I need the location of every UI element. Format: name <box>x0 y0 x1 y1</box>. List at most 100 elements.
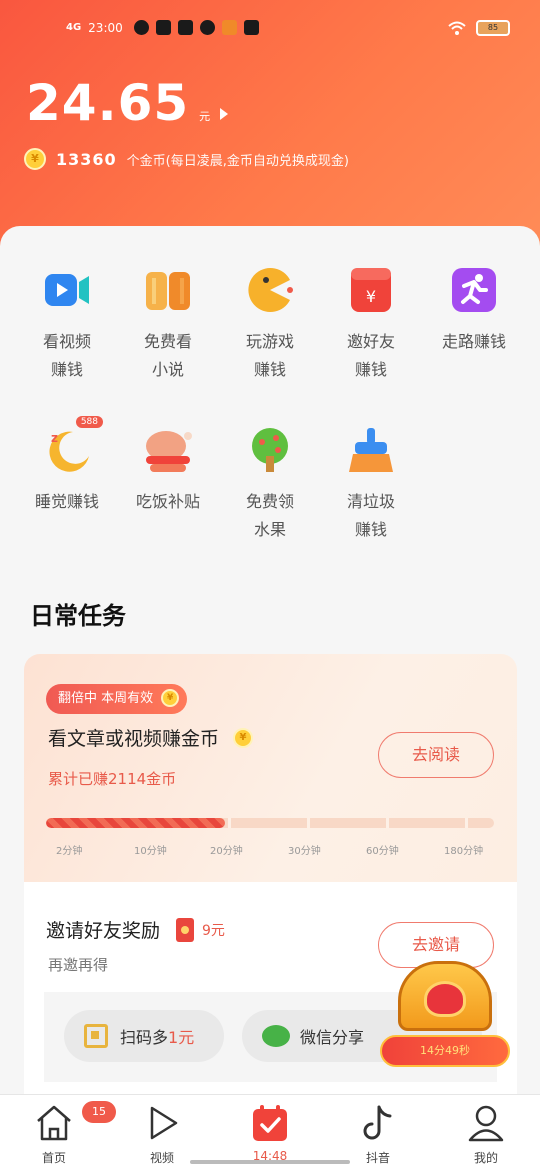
grid-item-invite-friends[interactable]: ¥ 邀好友 赚钱 <box>317 266 425 384</box>
calendar-check-icon <box>250 1103 290 1143</box>
progress-divider <box>386 818 389 828</box>
grid-item-free-fruit[interactable]: 免费领 水果 <box>216 426 324 544</box>
read-task-earned: 累计已赚2114金币 <box>48 770 177 788</box>
balance-amount: 24.65 <box>26 74 190 132</box>
running-person-icon <box>450 266 498 314</box>
tab-me[interactable]: 我的 <box>446 1103 526 1166</box>
battery-icon: 85 <box>476 20 510 36</box>
status-right: 85 <box>448 20 510 36</box>
progress-divider <box>307 818 310 828</box>
read-task-title: 看文章或视频赚金币 ¥ <box>48 724 254 751</box>
grid-label: 玩游戏 赚钱 <box>245 332 294 379</box>
fruit-tree-icon <box>246 426 294 474</box>
tab-label: 首页 <box>41 1151 66 1165</box>
tab-label: 抖音 <box>365 1151 390 1165</box>
home-icon <box>34 1103 74 1143</box>
scan-qr-share-button[interactable]: 扫码多 1元 <box>64 1010 224 1062</box>
video-camera-icon <box>43 266 91 314</box>
status-bar: 4G 23:00 85 <box>0 18 540 44</box>
grid-label: 吃饭补贴 <box>135 492 200 511</box>
pacman-icon <box>246 266 294 314</box>
tick-label: 180分钟 <box>444 846 484 857</box>
compass-icon <box>199 20 215 35</box>
read-task-title-text: 看文章或视频赚金币 <box>48 728 220 750</box>
qr-code-icon <box>84 1024 108 1048</box>
grid-item-sleep-earn[interactable]: z 588 睡觉赚钱 <box>13 416 121 516</box>
tab-douyin[interactable]: 抖音 <box>338 1103 418 1166</box>
reading-progress-bar <box>46 818 494 828</box>
mail-icon <box>155 20 171 35</box>
go-read-button[interactable]: 去阅读 <box>378 732 494 778</box>
balance-unit: 元 <box>199 110 211 123</box>
grid-label: 睡觉赚钱 <box>34 492 99 511</box>
tab-label: 我的 <box>473 1151 498 1165</box>
grid-label: 清垃圾 赚钱 <box>346 492 395 539</box>
chest-countdown: 14分49秒 <box>380 1035 510 1067</box>
tab-home[interactable]: 首页 15 <box>14 1101 116 1166</box>
coin-icon: ¥ <box>233 727 254 748</box>
double-reward-tag: 翻倍中 本周有效 ¥ <box>46 684 188 714</box>
status-left: 4G 23:00 <box>66 20 259 35</box>
coin-icon: ¥ <box>24 148 46 170</box>
notification-badge: 15 <box>82 1101 116 1123</box>
tick-label: 10分钟 <box>134 846 167 857</box>
svg-text:¥: ¥ <box>366 287 376 306</box>
coin-count: 13360 <box>56 149 117 169</box>
chevron-right-icon <box>220 108 229 120</box>
read-task-card: 翻倍中 本周有效 ¥ 看文章或视频赚金币 ¥ 累计已赚2114金币 去阅读 2分… <box>24 654 517 882</box>
person-icon <box>466 1103 506 1143</box>
wechat-icon <box>262 1025 290 1047</box>
red-envelope-icon: ¥ <box>347 266 395 314</box>
app-notification-icon <box>221 20 237 35</box>
roast-chicken-icon <box>144 426 192 474</box>
coin-icon: ¥ <box>161 689 180 707</box>
coin-note: 个金币(每日凌晨,金币自动兑换成现金) <box>126 153 349 169</box>
cloud-icon <box>133 20 149 35</box>
broom-icon <box>347 426 395 474</box>
grid-item-meal-subsidy[interactable]: 吃饭补贴 <box>114 426 222 516</box>
tab-video[interactable]: 视频 <box>122 1103 202 1166</box>
scan-qr-label: 扫码多 <box>120 1028 169 1047</box>
network-indicator: 4G <box>66 22 82 33</box>
play-icon <box>142 1103 182 1143</box>
svg-text:z: z <box>51 431 58 445</box>
status-time: 23:00 <box>88 20 123 35</box>
tick-label: 60分钟 <box>366 846 399 857</box>
grid-item-clean-junk[interactable]: 清垃圾 赚钱 <box>317 426 425 544</box>
bottom-tab-bar: 首页 15 视频 14:48 抖音 我的 <box>0 1094 540 1170</box>
treasure-chest-widget[interactable]: 14分49秒 <box>380 955 510 1070</box>
open-book-icon <box>144 266 192 314</box>
invite-task-title: 邀请好友奖励 9元 <box>46 916 225 943</box>
scan-qr-bonus: 1元 <box>168 1028 195 1047</box>
tab-tasks[interactable]: 14:48 <box>230 1103 310 1163</box>
progress-divider <box>228 818 231 828</box>
coin-balance: ¥ 13360 个金币(每日凌晨,金币自动兑换成现金) <box>24 148 349 170</box>
heart-icon <box>424 981 466 1017</box>
red-envelope-icon <box>176 917 195 942</box>
grid-item-free-novel[interactable]: 免费看 小说 <box>114 266 222 384</box>
tick-label: 2分钟 <box>56 846 83 857</box>
moon-sleep-icon: z 588 <box>43 416 103 474</box>
progress-divider <box>465 818 468 828</box>
home-indicator <box>190 1160 350 1164</box>
grid-label: 邀好友 赚钱 <box>346 332 395 379</box>
grid-label: 免费看 小说 <box>143 332 192 379</box>
invite-task-title-text: 邀请好友奖励 <box>46 920 161 942</box>
mail-icon <box>177 20 193 35</box>
progress-fill <box>46 818 226 828</box>
grid-item-watch-video[interactable]: 看视频 赚钱 <box>13 266 121 384</box>
tick-label: 30分钟 <box>288 846 321 857</box>
grid-label: 走路赚钱 <box>441 332 506 351</box>
grid-label: 看视频 赚钱 <box>42 332 91 379</box>
grid-item-walk-earn[interactable]: 走路赚钱 <box>420 266 528 356</box>
grid-item-play-games[interactable]: 玩游戏 赚钱 <box>216 266 324 384</box>
wifi-icon <box>448 21 466 35</box>
cash-balance[interactable]: 24.65 元 <box>26 74 229 132</box>
invite-subtitle: 再邀再得 <box>48 956 109 974</box>
wechat-share-label: 微信分享 <box>300 1028 365 1047</box>
invite-reward: 9元 <box>202 922 225 939</box>
badge: 588 <box>75 416 103 428</box>
tiktok-icon <box>358 1103 398 1143</box>
tag-label: 翻倍中 本周有效 <box>58 691 154 706</box>
k-app-icon <box>243 20 259 35</box>
